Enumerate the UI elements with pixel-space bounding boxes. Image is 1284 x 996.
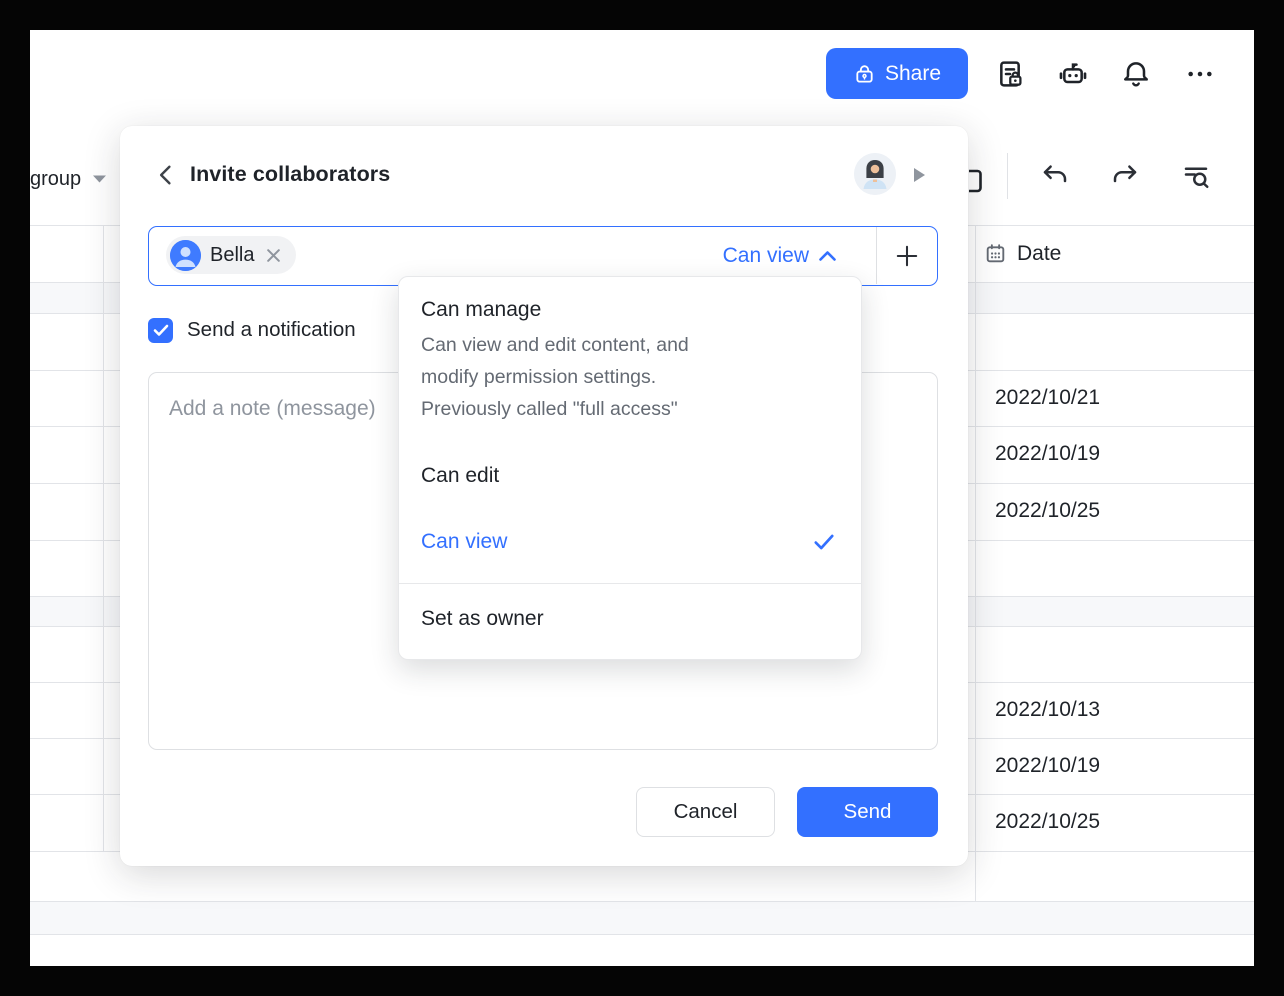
search-records-button[interactable] (1178, 158, 1214, 194)
notifications-button[interactable] (1118, 56, 1154, 92)
menu-divider (399, 583, 861, 584)
collaborator-avatar (854, 153, 896, 195)
date-cell[interactable]: 2022/10/25 (995, 483, 1245, 539)
menu-item-can-edit[interactable]: Can edit (399, 461, 861, 491)
check-icon (813, 533, 835, 551)
share-button-label: Share (885, 62, 941, 86)
date-value: 2022/10/21 (995, 386, 1100, 410)
undo-button[interactable] (1037, 158, 1073, 194)
input-divider (876, 227, 877, 284)
date-value: 2022/10/19 (995, 442, 1100, 466)
app-window: Date 2022/10/21 2022/10/19 2022/10/25 20… (30, 30, 1254, 966)
undo-icon (1040, 161, 1070, 191)
date-cell[interactable]: 2022/10/19 (995, 426, 1245, 482)
table-header-date[interactable]: Date (983, 225, 1243, 282)
menu-item-set-as-owner[interactable]: Set as owner (399, 604, 861, 634)
triangle-right-icon (913, 167, 926, 183)
notification-row: Send a notification (148, 316, 356, 344)
description-line: modify permission settings. (421, 361, 751, 393)
permission-value: Can view (723, 244, 809, 268)
date-value: 2022/10/13 (995, 698, 1100, 722)
redo-icon (1110, 161, 1140, 191)
description-line: Previously called "full access" (421, 393, 751, 425)
dialog-title: Invite collaborators (190, 126, 390, 222)
menu-item-label: Can manage (421, 295, 541, 325)
expand-collaborators-button[interactable] (912, 167, 926, 183)
permissions-button[interactable] (992, 56, 1028, 92)
toolbar-divider (1007, 153, 1008, 199)
cancel-button[interactable]: Cancel (636, 787, 775, 837)
date-value: 2022/10/25 (995, 810, 1100, 834)
menu-item-can-manage[interactable]: Can manage (399, 295, 861, 325)
check-icon (153, 324, 169, 337)
grid-line (30, 934, 1254, 935)
caret-down-icon (93, 175, 106, 183)
date-cell[interactable]: 2022/10/13 (995, 682, 1245, 738)
column-divider (103, 225, 104, 851)
date-cell[interactable]: 2022/10/21 (995, 370, 1245, 426)
redo-button[interactable] (1107, 158, 1143, 194)
menu-item-label: Can edit (421, 461, 499, 491)
menu-item-label: Set as owner (421, 604, 544, 634)
back-button[interactable] (148, 158, 182, 192)
collaborator-chip[interactable]: Bella (166, 236, 296, 274)
clipped-icon (968, 161, 984, 201)
dialog-actions: Cancel Send (636, 787, 938, 837)
description-line: Can view and edit content, and (421, 329, 751, 361)
send-button[interactable]: Send (797, 787, 938, 837)
notification-label: Send a notification (187, 318, 356, 342)
menu-item-label: Can view (421, 527, 507, 557)
search-list-icon (1181, 161, 1211, 191)
chip-name: Bella (210, 244, 254, 267)
menu-item-can-view[interactable]: Can view (399, 527, 861, 557)
lock-icon (853, 62, 876, 85)
automation-button[interactable] (1055, 56, 1091, 92)
screenshot-frame: Date 2022/10/21 2022/10/19 2022/10/25 20… (0, 0, 1284, 996)
ellipsis-icon (1184, 58, 1216, 90)
group-label: group (30, 168, 81, 191)
column-header-label: Date (1017, 242, 1061, 266)
group-selector[interactable]: group (30, 161, 106, 197)
date-cell[interactable]: 2022/10/19 (995, 738, 1245, 794)
menu-item-description[interactable]: Can view and edit content, and modify pe… (399, 325, 777, 425)
chevron-up-icon (818, 250, 837, 262)
document-lock-icon (994, 58, 1026, 90)
calendar-icon (983, 241, 1008, 266)
chevron-left-icon (155, 164, 175, 186)
date-value: 2022/10/19 (995, 754, 1100, 778)
close-icon (265, 247, 282, 264)
column-divider (975, 225, 976, 901)
notification-checkbox[interactable] (148, 318, 173, 343)
user-avatar-icon (170, 240, 201, 271)
more-button[interactable] (1182, 56, 1218, 92)
permission-dropdown: Can manage Can view and edit content, an… (398, 276, 862, 660)
robot-icon (1057, 58, 1089, 90)
grid-line (30, 901, 1254, 902)
share-button[interactable]: Share (826, 48, 968, 99)
group-band (30, 901, 1254, 934)
bell-icon (1120, 58, 1152, 90)
add-collaborator-button[interactable] (885, 234, 929, 278)
dialog-header: Invite collaborators (120, 126, 968, 222)
remove-chip-button[interactable] (263, 245, 283, 265)
date-cell[interactable]: 2022/10/25 (995, 794, 1245, 850)
plus-icon (894, 243, 920, 269)
date-value: 2022/10/25 (995, 499, 1100, 523)
